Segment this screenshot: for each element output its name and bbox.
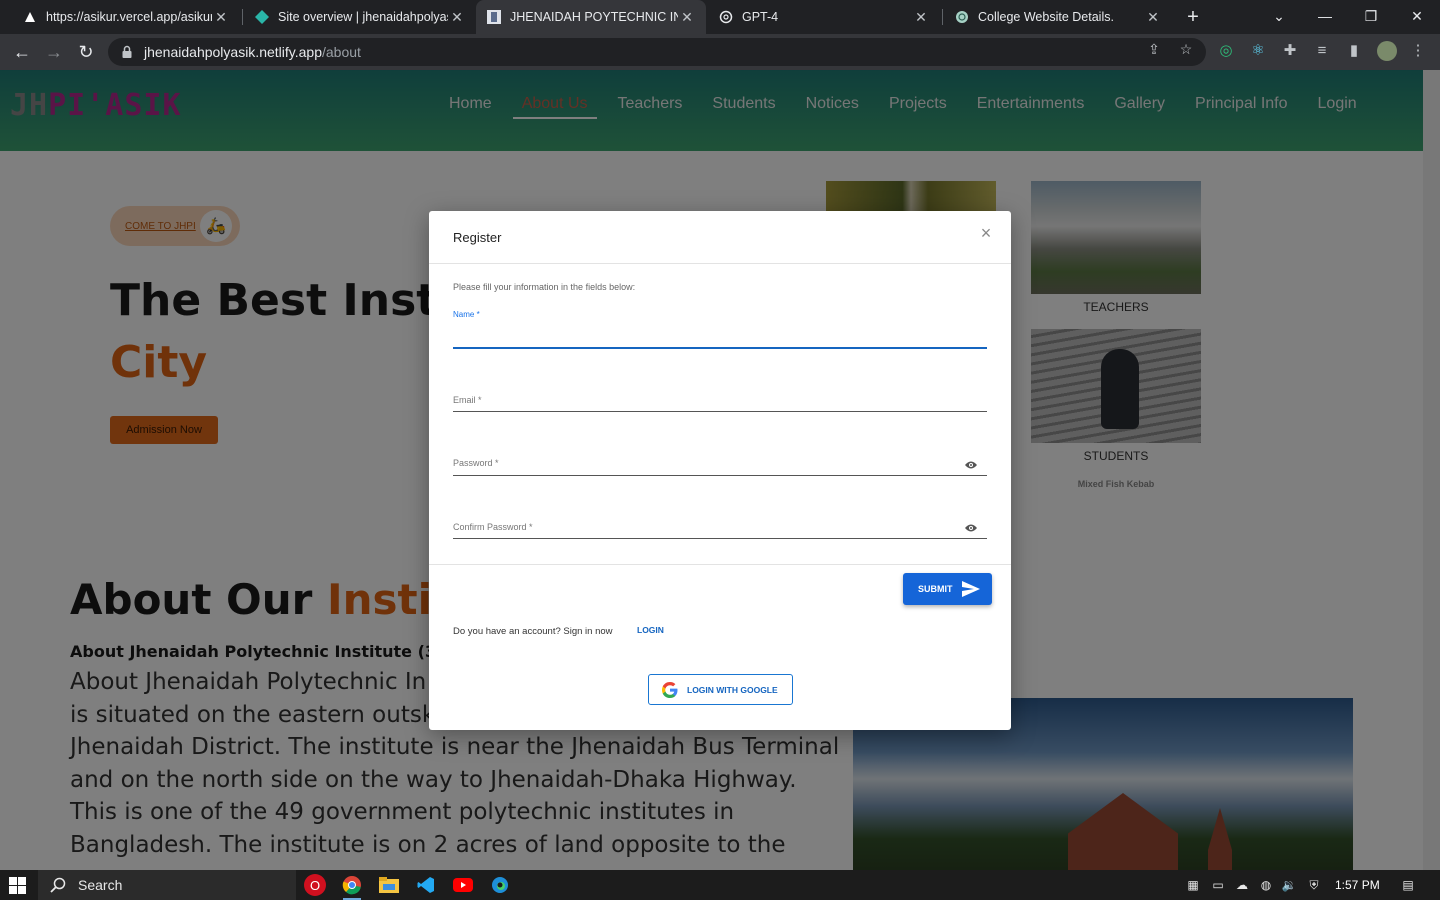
edge-icon[interactable] bbox=[489, 874, 511, 896]
tab-separator bbox=[242, 9, 243, 25]
confirm-password-field[interactable] bbox=[453, 517, 963, 535]
close-tab-icon[interactable]: ✕ bbox=[1144, 9, 1162, 26]
browser-tab-active[interactable]: JHENAIDAH POYTECHNIC INST ✕ bbox=[476, 0, 706, 34]
close-window-icon[interactable]: ✕ bbox=[1394, 0, 1440, 34]
openai-icon bbox=[718, 9, 734, 25]
email-field[interactable] bbox=[453, 390, 963, 408]
modal-divider bbox=[429, 263, 1011, 264]
windows-start-icon[interactable] bbox=[9, 877, 26, 894]
name-label: Name * bbox=[453, 310, 480, 319]
reload-icon[interactable]: ↻ bbox=[74, 40, 98, 64]
modal-divider bbox=[429, 564, 1011, 565]
chrome-icon[interactable] bbox=[341, 874, 363, 900]
extension-green-icon[interactable]: ◎ bbox=[1217, 42, 1235, 60]
browser-tab[interactable]: GPT-4 ✕ bbox=[708, 0, 940, 34]
tab-title: Site overview | jhenaidahpolyasi bbox=[278, 10, 448, 24]
back-icon[interactable]: ← bbox=[10, 40, 34, 64]
vercel-icon bbox=[22, 9, 38, 25]
windows-taskbar: Search O ▦ ▭ ☁ ◍ 🔉 ⛨ 1:57 PM ▤ bbox=[0, 870, 1440, 900]
eye-icon[interactable] bbox=[964, 460, 978, 470]
confirm-password-underline bbox=[453, 538, 987, 539]
onedrive-icon[interactable]: ☁ bbox=[1234, 877, 1250, 893]
network-globe-icon[interactable]: ◍ bbox=[1258, 877, 1274, 893]
profile-avatar[interactable] bbox=[1377, 41, 1397, 61]
login-with-google-button[interactable]: LOGIN WITH GOOGLE bbox=[648, 674, 793, 705]
close-tab-icon[interactable]: ✕ bbox=[448, 9, 466, 26]
login-link[interactable]: LOGIN bbox=[637, 625, 664, 635]
share-icon[interactable]: ⇪ bbox=[1146, 41, 1162, 57]
minimize-icon[interactable]: — bbox=[1302, 0, 1348, 34]
url-host: jhenaidahpolyasik.netlify.app bbox=[144, 44, 322, 60]
tab-search-icon[interactable]: ⌄ bbox=[1256, 0, 1302, 34]
password-field[interactable] bbox=[453, 454, 963, 472]
site-favicon-icon bbox=[486, 9, 502, 25]
close-icon[interactable]: × bbox=[977, 224, 995, 242]
close-tab-icon[interactable]: ✕ bbox=[678, 9, 696, 26]
opera-icon[interactable]: O bbox=[304, 874, 326, 896]
extensions-puzzle-icon[interactable]: ✚ bbox=[1281, 42, 1299, 60]
tab-title: JHENAIDAH POYTECHNIC INST bbox=[510, 10, 678, 24]
display-tray-icon[interactable]: ▭ bbox=[1210, 877, 1226, 893]
react-devtools-icon[interactable]: ⚛ bbox=[1249, 42, 1267, 60]
netlify-icon bbox=[254, 9, 270, 25]
name-field[interactable] bbox=[453, 327, 963, 345]
submit-button[interactable]: SUBMIT bbox=[903, 573, 992, 605]
modal-title: Register bbox=[453, 230, 502, 245]
modal-description: Please fill your information in the fiel… bbox=[453, 282, 636, 292]
tab-title: College Website Details. bbox=[978, 10, 1114, 24]
browser-menu-icon[interactable]: ⋮ bbox=[1409, 42, 1427, 60]
url-path: /about bbox=[321, 44, 361, 60]
eye-icon[interactable] bbox=[964, 523, 978, 533]
browser-tab[interactable]: https://asikur.vercel.app/asikur/ ✕ bbox=[12, 0, 240, 34]
security-shield-icon[interactable]: ⛨ bbox=[1306, 877, 1322, 893]
volume-icon[interactable]: 🔉 bbox=[1281, 877, 1297, 893]
password-underline bbox=[453, 475, 987, 476]
close-tab-icon[interactable]: ✕ bbox=[912, 9, 930, 26]
search-icon bbox=[50, 877, 66, 893]
reading-list-icon[interactable]: ≡ bbox=[1313, 42, 1331, 60]
tab-separator bbox=[942, 9, 943, 25]
tab-title: https://asikur.vercel.app/asikur/ bbox=[46, 10, 212, 24]
color-tray-icon[interactable]: ▦ bbox=[1185, 877, 1201, 893]
browser-tab[interactable]: College Website Details. ✕ bbox=[944, 0, 1172, 34]
google-button-label: LOGIN WITH GOOGLE bbox=[687, 684, 778, 695]
youtube-icon[interactable] bbox=[452, 874, 474, 896]
new-tab-icon[interactable]: + bbox=[1180, 4, 1206, 30]
submit-label: SUBMIT bbox=[918, 584, 953, 594]
bookmark-star-icon[interactable]: ☆ bbox=[1178, 41, 1194, 57]
web-page: JHPI'ASIK Home About Us Teachers Student… bbox=[0, 70, 1440, 870]
google-icon bbox=[662, 681, 678, 698]
search-label: Search bbox=[78, 877, 123, 893]
browser-tab[interactable]: Site overview | jhenaidahpolyasi ✕ bbox=[244, 0, 476, 34]
taskbar-clock[interactable]: 1:57 PM bbox=[1335, 878, 1380, 892]
tab-title: GPT-4 bbox=[742, 10, 779, 24]
account-prompt: Do you have an account? Sign in now bbox=[453, 626, 613, 637]
browser-tab-strip: https://asikur.vercel.app/asikur/ ✕ Site… bbox=[0, 0, 1440, 34]
taskbar-search[interactable]: Search bbox=[38, 870, 296, 900]
side-panel-icon[interactable]: ▮ bbox=[1345, 42, 1363, 60]
vscode-icon[interactable] bbox=[415, 874, 437, 896]
notifications-icon[interactable]: ▤ bbox=[1400, 877, 1416, 893]
lock-icon bbox=[122, 45, 132, 58]
email-underline bbox=[453, 411, 987, 412]
forward-icon[interactable]: → bbox=[42, 40, 66, 64]
send-icon bbox=[962, 581, 980, 597]
openai-icon bbox=[954, 9, 970, 25]
name-underline bbox=[453, 347, 987, 349]
register-modal: Register × Please fill your information … bbox=[429, 211, 1011, 730]
file-explorer-icon[interactable] bbox=[378, 874, 400, 896]
close-tab-icon[interactable]: ✕ bbox=[212, 9, 230, 26]
restore-icon[interactable]: ❐ bbox=[1348, 0, 1394, 34]
address-bar[interactable]: jhenaidahpolyasik.netlify.app/about bbox=[108, 38, 1206, 66]
